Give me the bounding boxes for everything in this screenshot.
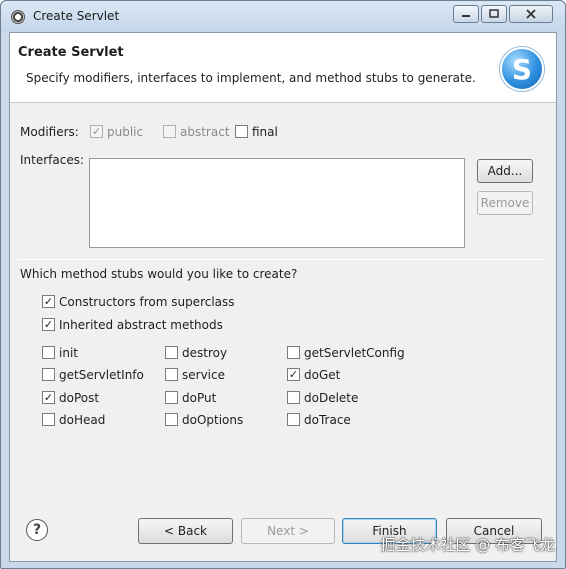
final-checkbox[interactable] bbox=[235, 125, 248, 138]
add-interface-button[interactable]: Add... bbox=[477, 159, 533, 183]
public-checkbox[interactable]: ✓ bbox=[90, 125, 103, 138]
remove-interface-button[interactable]: Remove bbox=[477, 191, 533, 215]
dooptions-checkbox[interactable] bbox=[165, 413, 178, 426]
dodelete-label: doDelete bbox=[304, 391, 359, 405]
dotrace-label: doTrace bbox=[304, 413, 351, 427]
dotrace-checkbox[interactable] bbox=[287, 413, 300, 426]
doput-checkbox[interactable] bbox=[165, 391, 178, 404]
interfaces-label: Interfaces: bbox=[20, 153, 85, 167]
interfaces-list[interactable] bbox=[89, 158, 465, 248]
check-mark: ✓ bbox=[43, 318, 54, 331]
doget-checkbox[interactable]: ✓ bbox=[287, 368, 300, 381]
watermark: 掘金技术社区 @ 布客飞龙 bbox=[380, 536, 555, 554]
window-title: Create Servlet bbox=[33, 9, 120, 23]
getservletconfig-checkbox[interactable] bbox=[287, 346, 300, 359]
wizard-description: Specify modifiers, interfaces to impleme… bbox=[26, 71, 476, 85]
create-servlet-window: Create Servlet Create Servlet Specify mo… bbox=[0, 0, 566, 569]
inherited-checkbox[interactable]: ✓ bbox=[42, 318, 55, 331]
destroy-checkbox[interactable] bbox=[165, 346, 178, 359]
window-controls bbox=[451, 5, 553, 23]
inherited-label: Inherited abstract methods bbox=[59, 318, 223, 332]
check-mark: ✓ bbox=[43, 295, 54, 308]
constructors-label: Constructors from superclass bbox=[59, 295, 235, 309]
minimize-icon bbox=[462, 15, 470, 17]
help-glyph: ? bbox=[32, 522, 42, 538]
minimize-button[interactable] bbox=[453, 5, 479, 23]
maximize-button[interactable] bbox=[481, 5, 507, 23]
getservletconfig-label: getServletConfig bbox=[304, 346, 405, 360]
abstract-checkbox[interactable] bbox=[163, 125, 176, 138]
servlet-logo-icon: S bbox=[500, 47, 544, 91]
final-label: final bbox=[252, 125, 278, 139]
eclipse-icon bbox=[11, 10, 25, 24]
destroy-label: destroy bbox=[182, 346, 228, 360]
getservletinfo-label: getServletInfo bbox=[59, 368, 144, 382]
logo-letter: S bbox=[511, 52, 533, 86]
doput-label: doPut bbox=[182, 391, 217, 405]
getservletinfo-checkbox[interactable] bbox=[42, 368, 55, 381]
help-icon[interactable]: ? bbox=[26, 519, 48, 541]
service-label: service bbox=[182, 368, 225, 382]
modifiers-label: Modifiers: bbox=[20, 125, 79, 139]
check-mark: ✓ bbox=[43, 391, 54, 404]
next-button[interactable]: Next > bbox=[241, 518, 335, 544]
constructors-checkbox[interactable]: ✓ bbox=[42, 295, 55, 308]
dooptions-label: doOptions bbox=[182, 413, 244, 427]
close-button[interactable] bbox=[509, 5, 553, 23]
public-label: public bbox=[107, 125, 144, 139]
dohead-label: doHead bbox=[59, 413, 106, 427]
dopost-label: doPost bbox=[59, 391, 100, 405]
init-label: init bbox=[59, 346, 78, 360]
init-checkbox[interactable] bbox=[42, 346, 55, 359]
wizard-header: Create Servlet Specify modifiers, interf… bbox=[10, 33, 556, 103]
method-stubs-question: Which method stubs would you like to cre… bbox=[20, 267, 298, 281]
check-mark: ✓ bbox=[91, 125, 102, 138]
dohead-checkbox[interactable] bbox=[42, 413, 55, 426]
service-checkbox[interactable] bbox=[165, 368, 178, 381]
check-mark: ✓ bbox=[288, 368, 299, 381]
dialog-body: Create Servlet Specify modifiers, interf… bbox=[9, 32, 557, 562]
back-button[interactable]: < Back bbox=[138, 518, 233, 544]
doget-label: doGet bbox=[304, 368, 341, 382]
close-icon bbox=[526, 9, 536, 19]
separator bbox=[18, 259, 544, 260]
abstract-label: abstract bbox=[180, 125, 230, 139]
wizard-title: Create Servlet bbox=[18, 45, 124, 60]
dopost-checkbox[interactable]: ✓ bbox=[42, 391, 55, 404]
title-bar[interactable]: Create Servlet bbox=[1, 1, 565, 32]
dodelete-checkbox[interactable] bbox=[287, 391, 300, 404]
maximize-icon bbox=[489, 9, 499, 18]
